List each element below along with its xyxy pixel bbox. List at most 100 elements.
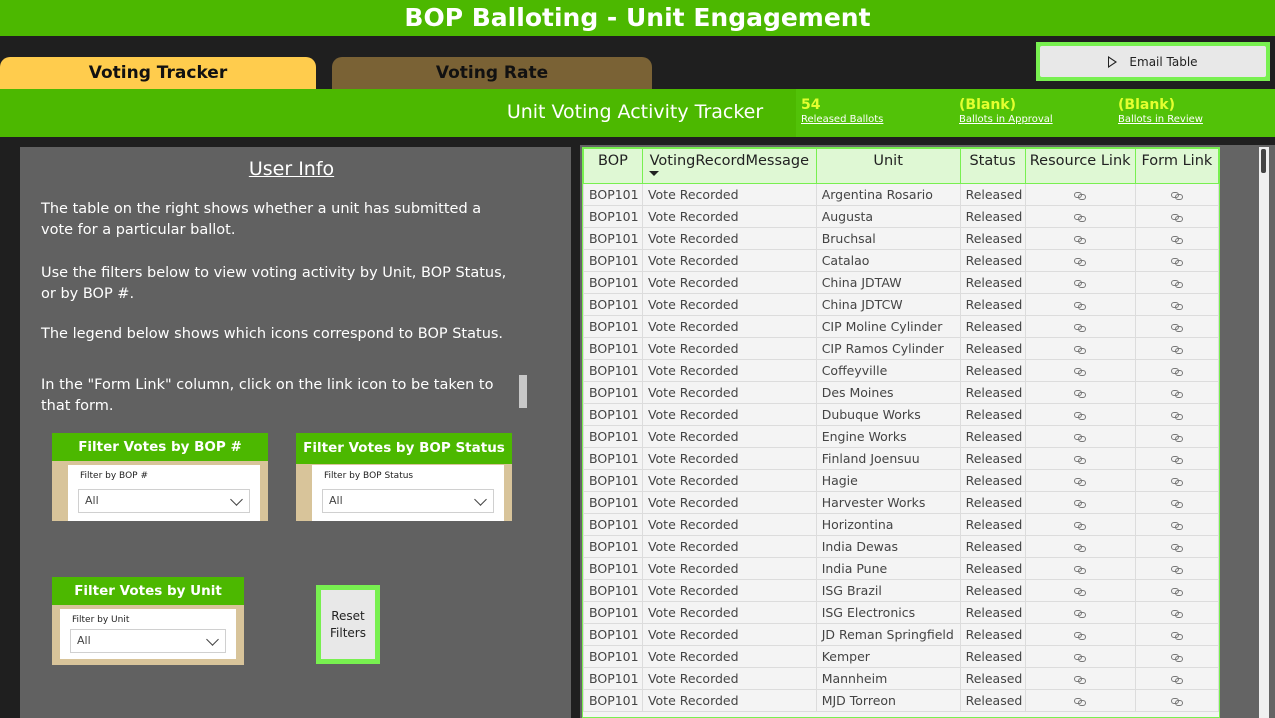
bop-status-dropdown[interactable]: All xyxy=(322,489,494,513)
text-scrollbar-thumb[interactable] xyxy=(519,375,527,408)
resource-link-cell xyxy=(1024,227,1136,250)
kpi-link-released-ballots[interactable]: Released Ballots xyxy=(801,114,883,125)
table-row[interactable]: BOP101 Vote Recorded Dubuque Works Released xyxy=(583,403,1219,426)
form-link-icon[interactable] xyxy=(1170,280,1183,288)
resource-link-icon[interactable] xyxy=(1074,698,1087,706)
resource-link-icon[interactable] xyxy=(1074,632,1087,640)
resource-link-icon[interactable] xyxy=(1074,302,1087,310)
table-row[interactable]: BOP101 Vote Recorded China JDTAW Released xyxy=(583,271,1219,294)
resource-link-icon[interactable] xyxy=(1074,566,1087,574)
resource-link-icon[interactable] xyxy=(1074,610,1087,618)
table-scrollbar-thumb[interactable] xyxy=(1261,149,1266,173)
form-link-cell xyxy=(1134,315,1219,338)
column-header-form-link[interactable]: Form Link xyxy=(1134,148,1219,184)
form-link-icon[interactable] xyxy=(1170,478,1183,486)
form-link-icon[interactable] xyxy=(1170,544,1183,552)
column-header-resource-link[interactable]: Resource Link xyxy=(1024,148,1136,184)
table-row[interactable]: BOP101 Vote Recorded ISG Electronics Releas… xyxy=(583,601,1219,624)
form-link-icon[interactable] xyxy=(1170,698,1183,706)
form-link-icon[interactable] xyxy=(1170,632,1183,640)
resource-link-icon[interactable] xyxy=(1074,456,1087,464)
resource-link-icon[interactable] xyxy=(1074,346,1087,354)
table-row[interactable]: BOP101 Vote Recorded Engine Works Released xyxy=(583,425,1219,448)
column-header-unit[interactable]: Unit xyxy=(815,148,961,184)
form-link-icon[interactable] xyxy=(1170,676,1183,684)
resource-link-icon[interactable] xyxy=(1074,522,1087,530)
table-row[interactable]: BOP101 Vote Recorded Catalao Released xyxy=(583,249,1219,272)
resource-link-icon[interactable] xyxy=(1074,654,1087,662)
email-table-button[interactable]: Email Table xyxy=(1040,46,1266,77)
bop-number-dropdown[interactable]: All xyxy=(78,489,250,513)
cell-unit: ISG Electronics xyxy=(815,601,961,624)
table-scrollbar[interactable] xyxy=(1259,147,1269,718)
unit-dropdown[interactable]: All xyxy=(70,629,226,653)
resource-link-icon[interactable] xyxy=(1074,368,1087,376)
table-row[interactable]: BOP101 Vote Recorded Hagie Released xyxy=(583,469,1219,492)
resource-link-icon[interactable] xyxy=(1074,478,1087,486)
resource-link-icon[interactable] xyxy=(1074,390,1087,398)
cell-unit: Coffeyville xyxy=(815,359,961,382)
table-row[interactable]: BOP101 Vote Recorded Argentina Rosario Rele… xyxy=(583,183,1219,206)
kpi-link-ballots-in-review[interactable]: Ballots in Review xyxy=(1118,114,1203,125)
column-header-voting-record-message[interactable]: VotingRecordMessage xyxy=(641,148,817,184)
kpi-link-ballots-in-approval[interactable]: Ballots in Approval xyxy=(959,114,1053,125)
cell-status: Released xyxy=(959,491,1026,514)
cell-unit: MJD Torreon xyxy=(815,689,961,712)
table-row[interactable]: BOP101 Vote Recorded India Dewas Released xyxy=(583,535,1219,558)
cell-status: Released xyxy=(959,359,1026,382)
form-link-icon[interactable] xyxy=(1170,654,1183,662)
resource-link-icon[interactable] xyxy=(1074,214,1087,222)
form-link-icon[interactable] xyxy=(1170,236,1183,244)
form-link-icon[interactable] xyxy=(1170,566,1183,574)
resource-link-icon[interactable] xyxy=(1074,324,1087,332)
table-row[interactable]: BOP101 Vote Recorded China JDTCW Released xyxy=(583,293,1219,316)
column-header-status[interactable]: Status xyxy=(959,148,1026,184)
form-link-icon[interactable] xyxy=(1170,522,1183,530)
resource-link-icon[interactable] xyxy=(1074,500,1087,508)
resource-link-icon[interactable] xyxy=(1074,280,1087,288)
form-link-icon[interactable] xyxy=(1170,192,1183,200)
resource-link-icon[interactable] xyxy=(1074,236,1087,244)
table-row[interactable]: BOP101 Vote Recorded JD Reman Springfield R… xyxy=(583,623,1219,646)
resource-link-icon[interactable] xyxy=(1074,544,1087,552)
table-row[interactable]: BOP101 Vote Recorded ISG Brazil Released xyxy=(583,579,1219,602)
form-link-icon[interactable] xyxy=(1170,368,1183,376)
resource-link-icon[interactable] xyxy=(1074,588,1087,596)
table-row[interactable]: BOP101 Vote Recorded CIP Ramos Cylinder Rel… xyxy=(583,337,1219,360)
reset-filters-button[interactable]: Reset Filters xyxy=(321,590,375,659)
tab-voting-tracker[interactable]: Voting Tracker xyxy=(0,57,316,89)
form-link-icon[interactable] xyxy=(1170,324,1183,332)
form-link-cell xyxy=(1134,359,1219,382)
column-header-bop[interactable]: BOP xyxy=(583,148,643,184)
table-row[interactable]: BOP101 Vote Recorded India Pune Released xyxy=(583,557,1219,580)
form-link-icon[interactable] xyxy=(1170,456,1183,464)
form-link-icon[interactable] xyxy=(1170,258,1183,266)
table-row[interactable]: BOP101 Vote Recorded Harvester Works Releas… xyxy=(583,491,1219,514)
table-row[interactable]: BOP101 Vote Recorded Mannheim Released xyxy=(583,667,1219,690)
cell-status: Released xyxy=(959,227,1026,250)
form-link-icon[interactable] xyxy=(1170,412,1183,420)
form-link-icon[interactable] xyxy=(1170,390,1183,398)
table-row[interactable]: BOP101 Vote Recorded MJD Torreon Released xyxy=(583,689,1219,712)
form-link-icon[interactable] xyxy=(1170,500,1183,508)
form-link-icon[interactable] xyxy=(1170,214,1183,222)
table-row[interactable]: BOP101 Vote Recorded Augusta Released xyxy=(583,205,1219,228)
table-row[interactable]: BOP101 Vote Recorded Coffeyville Released xyxy=(583,359,1219,382)
table-row[interactable]: BOP101 Vote Recorded Des Moines Released xyxy=(583,381,1219,404)
resource-link-icon[interactable] xyxy=(1074,192,1087,200)
table-row[interactable]: BOP101 Vote Recorded Finland Joensuu Releas… xyxy=(583,447,1219,470)
table-row[interactable]: BOP101 Vote Recorded Kemper Released xyxy=(583,645,1219,668)
form-link-icon[interactable] xyxy=(1170,610,1183,618)
form-link-icon[interactable] xyxy=(1170,302,1183,310)
resource-link-icon[interactable] xyxy=(1074,676,1087,684)
form-link-icon[interactable] xyxy=(1170,588,1183,596)
table-row[interactable]: BOP101 Vote Recorded Horizontina Released xyxy=(583,513,1219,536)
tab-voting-rate[interactable]: Voting Rate xyxy=(332,57,652,89)
form-link-icon[interactable] xyxy=(1170,434,1183,442)
table-row[interactable]: BOP101 Vote Recorded Bruchsal Released xyxy=(583,227,1219,250)
resource-link-icon[interactable] xyxy=(1074,434,1087,442)
resource-link-icon[interactable] xyxy=(1074,258,1087,266)
table-row[interactable]: BOP101 Vote Recorded CIP Moline Cylinder Re… xyxy=(583,315,1219,338)
form-link-icon[interactable] xyxy=(1170,346,1183,354)
resource-link-icon[interactable] xyxy=(1074,412,1087,420)
